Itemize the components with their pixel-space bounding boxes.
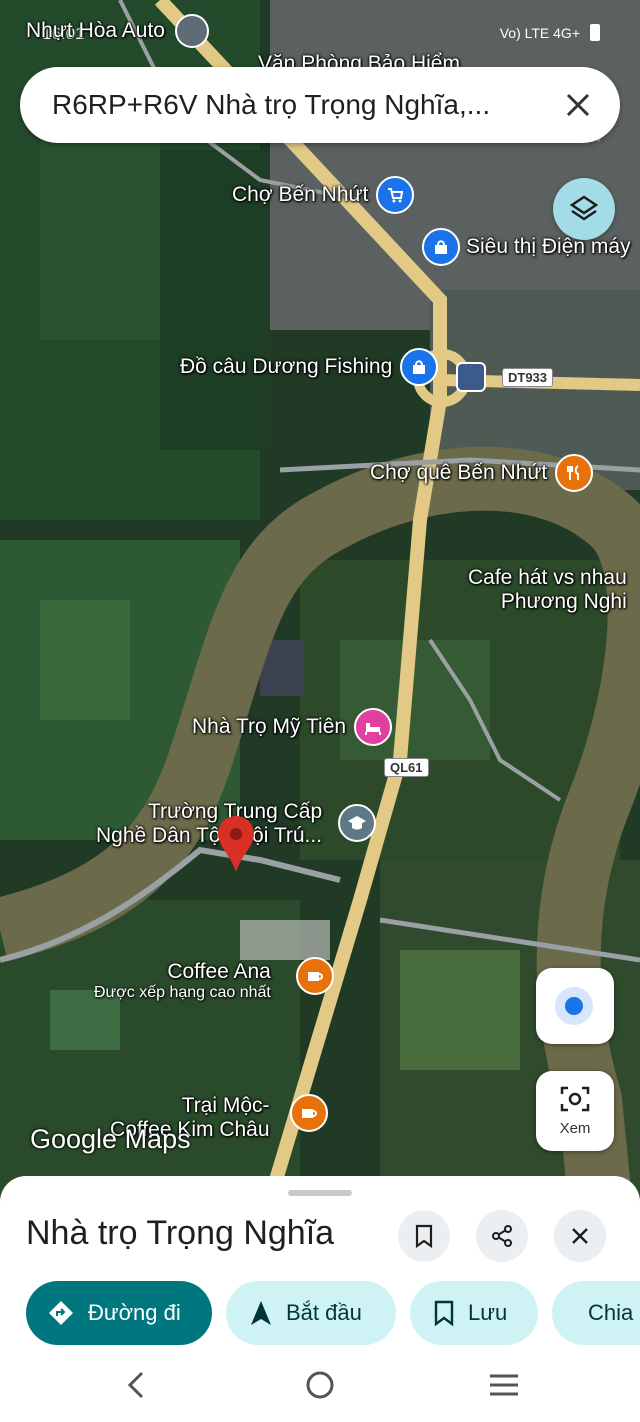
start-label: Bắt đầu: [286, 1300, 362, 1325]
save-place-button[interactable]: [398, 1210, 450, 1262]
back-button[interactable]: [124, 1370, 146, 1405]
search-query[interactable]: R6RP+R6V Nhà trọ Trọng Nghĩa,...: [52, 89, 552, 121]
lens-label: Xem: [559, 1120, 591, 1137]
place-icon: [174, 14, 209, 48]
bookmark-icon: [415, 1224, 433, 1248]
home-circle-icon: [306, 1371, 334, 1399]
poi-cafe-phuong-nghi[interactable]: Cafe hát vs nhau Phương Nghi: [468, 566, 627, 614]
home-button[interactable]: [305, 1370, 335, 1405]
directions-icon: [49, 1301, 73, 1325]
poi-label: Chợ quê Bến Nhứt: [370, 461, 548, 484]
poi-label-line2: Nghề Dân Tộc Nội Trú...: [96, 824, 323, 847]
navigation-arrow-icon: [251, 1301, 271, 1325]
layers-icon: [569, 195, 599, 221]
close-search-button[interactable]: [558, 85, 598, 125]
poi-coffee-ana[interactable]: Coffee Ana Được xếp hạng cao nhất: [94, 960, 271, 1002]
place-title: Nhà trọ Trọng Nghĩa: [26, 1214, 335, 1252]
my-location-button[interactable]: [536, 968, 614, 1044]
shopping-bag-icon: [422, 228, 460, 266]
share-icon: [492, 1225, 512, 1247]
selected-location-pin[interactable]: [216, 814, 256, 874]
poi-label: Nhựt Hòa Auto: [26, 19, 165, 42]
lens-view-button[interactable]: Xem: [536, 1071, 614, 1151]
coffee-icon[interactable]: [290, 1094, 328, 1132]
restaurant-icon: [555, 454, 594, 492]
back-icon: [127, 1371, 144, 1399]
close-icon: [566, 93, 590, 117]
bed-icon: [354, 708, 393, 746]
poi-label: Chợ Bến Nhứt: [232, 183, 369, 206]
close-place-button[interactable]: [554, 1210, 606, 1262]
poi-sieu-thi[interactable]: Siêu thị Điện máy: [422, 228, 631, 266]
poi-label: Trại Mộc-: [181, 1094, 270, 1117]
network-indicator: Vo) LTE 4G+: [499, 24, 580, 41]
shopping-bag-icon: [400, 348, 439, 386]
school-icon[interactable]: [338, 804, 376, 842]
poi-label: Siêu thị Điện máy: [466, 235, 631, 258]
directions-button[interactable]: Đường đi: [26, 1281, 212, 1345]
poi-label-line2: Phương Nghi: [500, 590, 627, 613]
poi-cho-que-ben-nhut[interactable]: Chợ quê Bến Nhứt: [370, 454, 594, 492]
poi-cho-ben-nhut[interactable]: Chợ Bến Nhứt: [232, 176, 415, 214]
status-icons: Vo) LTE 4G+: [500, 24, 600, 41]
recents-button[interactable]: [488, 1370, 520, 1405]
road-label-ql61: QL61: [384, 758, 429, 777]
poi-truong-trung-cap[interactable]: Trường Trung Cấp Nghề Dân Tộc Nội Trú...: [96, 800, 322, 848]
close-icon: [572, 1228, 588, 1244]
poi-nha-tro-my-tien[interactable]: Nhà Trọ Mỹ Tiên: [192, 708, 393, 746]
search-bar[interactable]: R6RP+R6V Nhà trọ Trọng Nghĩa,...: [20, 67, 620, 143]
poi-label: Cafe hát vs nhau: [468, 566, 627, 589]
google-maps-logo: Google Maps: [30, 1124, 191, 1154]
poi-label: Đồ câu Dương Fishing: [180, 355, 393, 378]
poi-nhut-hoa-auto[interactable]: Nhựt Hòa Auto: [26, 14, 209, 48]
sheet-drag-handle[interactable]: [288, 1190, 352, 1196]
shopping-cart-icon: [376, 176, 415, 214]
road-label-dt933: DT933: [502, 368, 554, 387]
start-navigation-button[interactable]: Bắt đầu: [226, 1281, 396, 1345]
save-button[interactable]: Lưu: [410, 1281, 538, 1345]
bookmark-icon: [434, 1300, 454, 1326]
my-location-icon: [565, 997, 583, 1015]
share-label: Chia sẻ: [588, 1300, 640, 1325]
system-navigation-bar: [0, 1356, 640, 1422]
share-button[interactable]: Chia sẻ: [552, 1281, 640, 1345]
coffee-icon[interactable]: [296, 957, 334, 995]
poi-label: Coffee Ana: [167, 960, 271, 983]
poi-label: Nhà Trọ Mỹ Tiên: [192, 715, 347, 738]
save-label: Lưu: [468, 1300, 508, 1325]
recents-icon: [490, 1374, 518, 1396]
directions-label: Đường đi: [88, 1300, 181, 1325]
battery-icon: [590, 24, 600, 41]
share-place-button[interactable]: [476, 1210, 528, 1262]
camera-lens-icon: [560, 1086, 590, 1112]
bus-stop-icon[interactable]: [456, 362, 486, 392]
poi-rating-text: Được xếp hạng cao nhất: [94, 984, 271, 1001]
poi-do-cau-fishing[interactable]: Đồ câu Dương Fishing: [180, 348, 439, 386]
